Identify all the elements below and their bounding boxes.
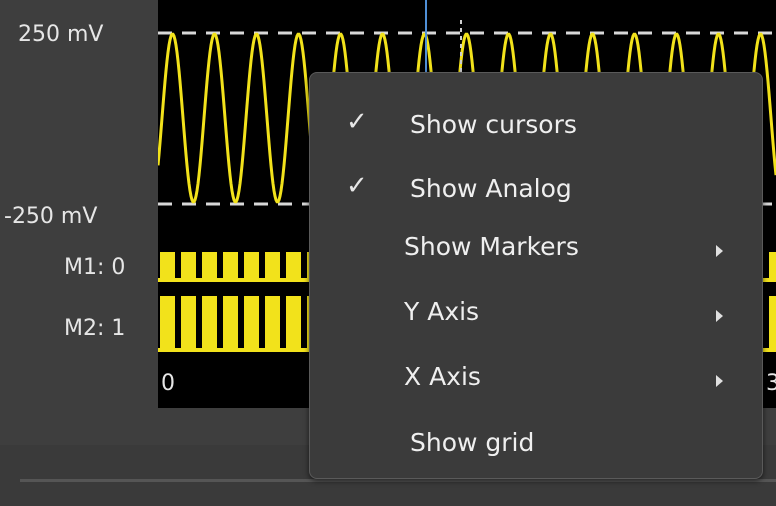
digital-pulse [265,296,280,352]
digital-pulse [202,252,217,282]
menu-item-label: Y Axis [404,297,480,326]
menu-item-show-cursors[interactable]: ✓ Show cursors [310,95,762,153]
digital-pulse [286,252,301,282]
digital-pulse [223,252,238,282]
menu-item-label: Show grid [410,428,535,457]
x-axis-start-label: 0 [161,371,175,396]
analog-viewer-window: 250 mV -250 mV M1: 0 M2: 1 0 3( ✓ Show c… [0,0,776,506]
digital-pulse [223,296,238,352]
digital-pulse [265,252,280,282]
checkmark-icon: ✓ [346,171,368,201]
y-axis-min-label: -250 mV [4,204,98,229]
menu-item-label: Show cursors [410,110,577,139]
digital-pulse [244,252,259,282]
bottom-divider [20,479,776,482]
menu-item-label: X Axis [404,362,481,391]
menu-item-show-analog[interactable]: ✓ Show Analog [310,159,762,217]
menu-item-show-markers[interactable]: Show Markers [310,217,762,275]
context-menu: ✓ Show cursors ✓ Show Analog Show Marker… [309,72,763,479]
menu-item-label: Show Analog [410,174,572,203]
checkmark-icon: ✓ [346,107,368,137]
submenu-arrow-icon [716,310,723,322]
channel-label-m2: M2: 1 [64,316,126,341]
digital-pulse [181,252,196,282]
digital-pulse [202,296,217,352]
channel-label-m1: M1: 0 [64,255,126,280]
y-axis-max-label: 250 mV [18,22,104,47]
submenu-arrow-icon [716,375,723,387]
digital-pulse [769,296,776,352]
digital-pulse [160,252,175,282]
menu-item-label: Show Markers [404,232,579,261]
digital-pulse [769,252,776,282]
digital-pulse [181,296,196,352]
x-axis-right-label: 3( [766,371,776,396]
submenu-arrow-icon [716,245,723,257]
digital-pulse [160,296,175,352]
digital-pulse [286,296,301,352]
menu-item-show-grid[interactable]: Show grid [310,413,762,471]
digital-pulse [244,296,259,352]
menu-item-y-axis[interactable]: Y Axis [310,282,762,340]
menu-item-x-axis[interactable]: X Axis [310,347,762,405]
